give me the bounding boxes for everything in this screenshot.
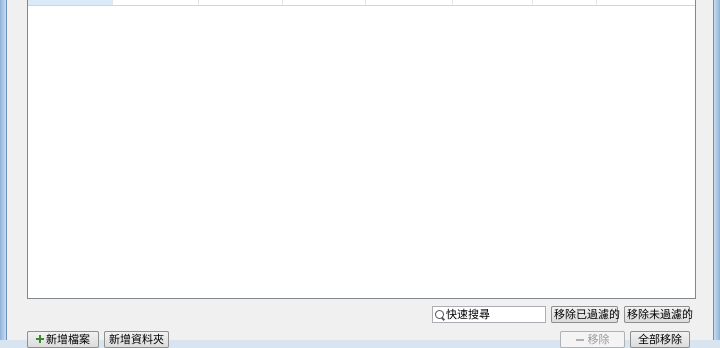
remove-filtered-button[interactable]: 移除已過濾的 [551, 306, 620, 323]
column-header-8[interactable] [597, 0, 695, 5]
quick-search-placeholder: 快速搜尋 [446, 308, 490, 321]
window-frame-right [713, 0, 720, 340]
remove-unfiltered-button[interactable]: 移除未過濾的 [624, 306, 693, 323]
column-header-3[interactable] [199, 0, 283, 5]
window-client-area [7, 0, 713, 340]
column-header-4[interactable] [283, 0, 366, 5]
column-header-5[interactable] [366, 0, 453, 5]
search-icon [435, 310, 444, 319]
add-icon [36, 335, 44, 343]
column-header-6[interactable] [453, 0, 533, 5]
column-header-2[interactable] [113, 0, 199, 5]
file-list[interactable] [27, 0, 696, 299]
remove-icon [575, 339, 584, 341]
window-frame-left [0, 0, 7, 340]
column-header-1[interactable] [28, 0, 113, 5]
list-header [28, 0, 695, 6]
quick-search-input[interactable]: 快速搜尋 [432, 306, 546, 323]
column-header-7[interactable] [533, 0, 597, 5]
